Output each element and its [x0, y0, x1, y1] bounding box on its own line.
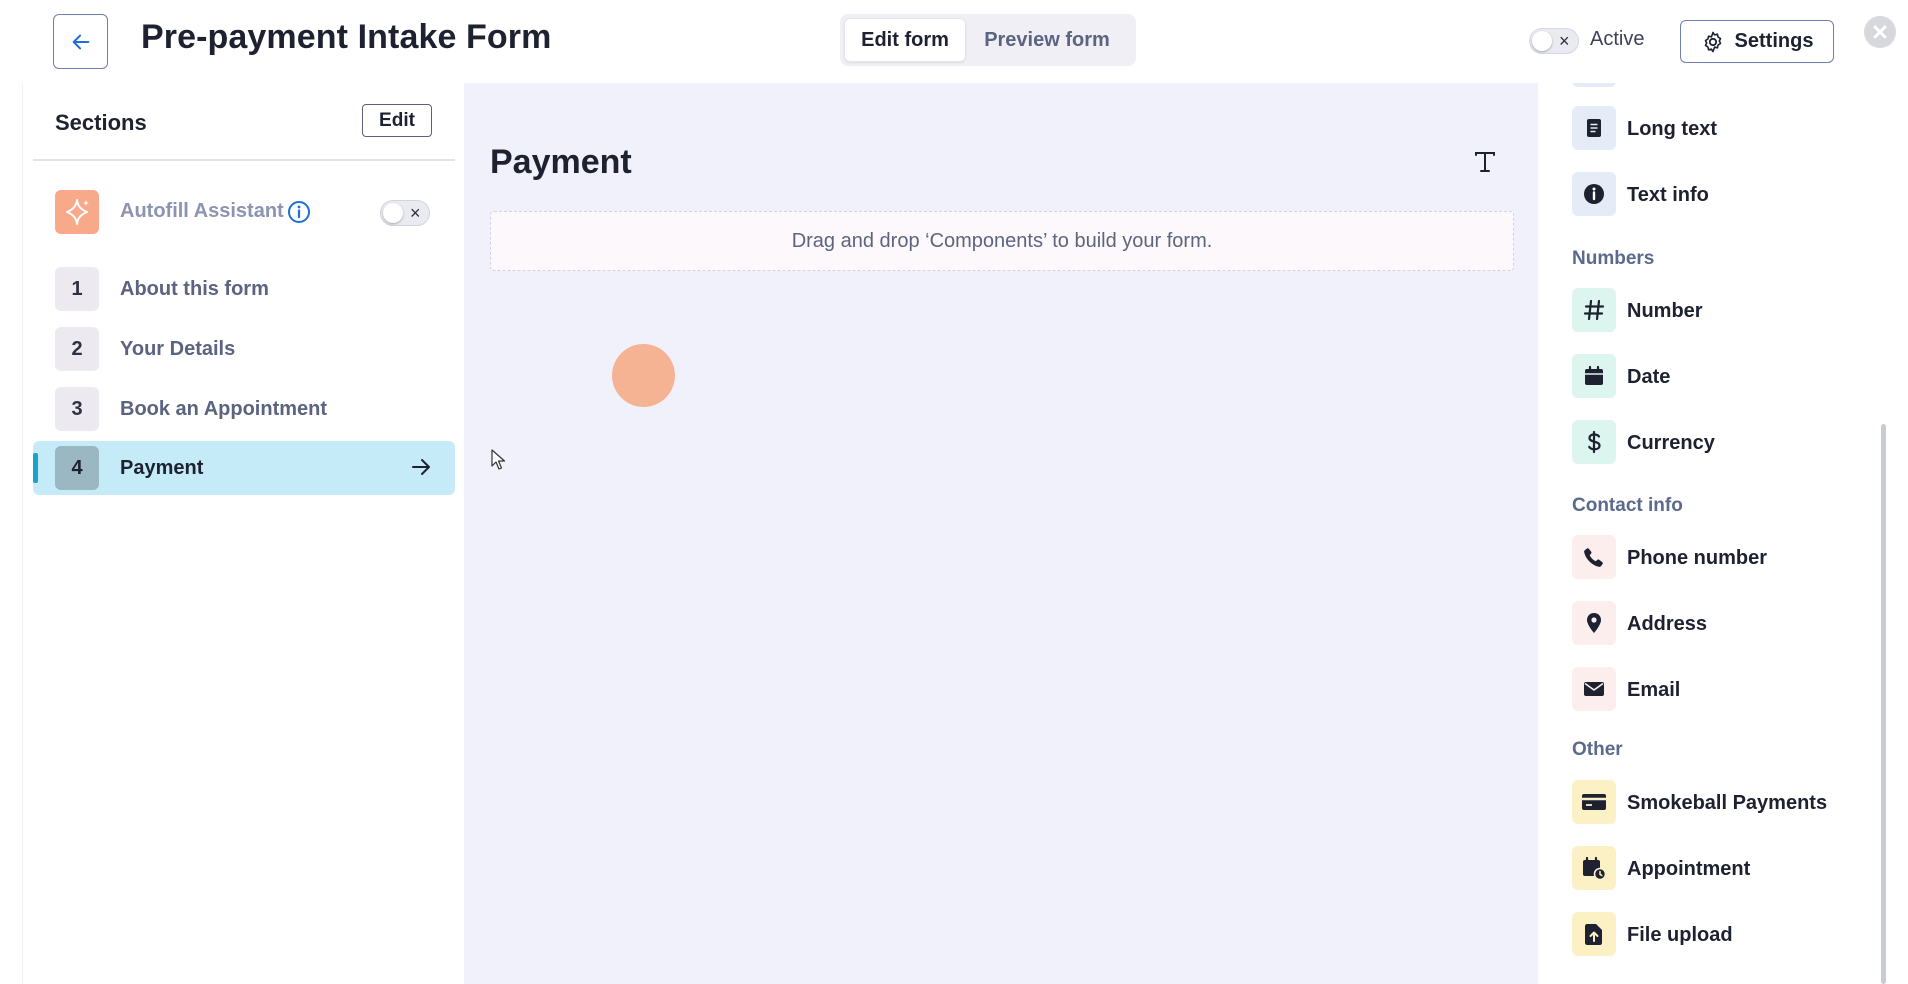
drag-indicator: [612, 344, 675, 407]
long-text-icon: [1572, 106, 1616, 150]
group-heading-numbers: Numbers: [1572, 248, 1655, 269]
active-toggle[interactable]: ×: [1529, 28, 1579, 54]
section-label: Payment: [120, 457, 204, 479]
autofill-label: Autofill Assistant: [120, 200, 284, 222]
component-label: Number: [1627, 300, 1703, 322]
info-icon: [1572, 172, 1616, 216]
section-number: 1: [55, 267, 99, 311]
credit-card-icon: [1572, 780, 1616, 824]
mouse-cursor-icon: [491, 449, 507, 476]
component-file-upload[interactable]: File upload: [1572, 912, 1862, 958]
component-appointment[interactable]: Appointment: [1572, 846, 1862, 892]
panel-scrollbar-thumb[interactable]: [1881, 424, 1886, 984]
autofill-toggle[interactable]: ×: [380, 200, 430, 226]
arrow-left-icon: [72, 34, 89, 49]
component-address[interactable]: Address: [1572, 601, 1862, 647]
section-heading: Payment: [490, 143, 632, 181]
arrow-right-icon: [409, 455, 433, 484]
component-long-text[interactable]: Long text: [1572, 106, 1862, 152]
component-currency[interactable]: Currency: [1572, 420, 1862, 466]
top-bar: Pre-payment Intake Form Edit form Previe…: [0, 0, 1908, 83]
component-label: File upload: [1627, 924, 1733, 946]
section-number: 4: [55, 446, 99, 490]
location-pin-icon: [1572, 601, 1616, 645]
component-label: Long text: [1627, 118, 1717, 140]
page-title: Pre-payment Intake Form: [141, 18, 552, 56]
component-label: Address: [1627, 613, 1708, 635]
group-heading-contact-info: Contact info: [1572, 495, 1683, 516]
component-number[interactable]: Number: [1572, 288, 1862, 334]
sections-sidebar: Sections Edit Autofill Assistant × 1 Abo…: [22, 83, 464, 984]
component-label: Currency: [1627, 432, 1715, 454]
component-label: Text info: [1627, 184, 1709, 206]
tab-preview-form[interactable]: Preview form: [966, 18, 1128, 62]
back-button[interactable]: [53, 14, 108, 69]
section-item-your-details[interactable]: 2 Your Details: [33, 322, 455, 376]
envelope-icon: [1572, 667, 1616, 711]
section-label: About this form: [120, 278, 269, 300]
dollar-icon: [1572, 420, 1616, 464]
settings-button[interactable]: Settings: [1680, 20, 1834, 63]
section-label: Book an Appointment: [120, 398, 328, 420]
component-label: Smokeball Payments: [1627, 792, 1828, 814]
tab-edit-form[interactable]: Edit form: [844, 18, 966, 62]
section-item-payment[interactable]: 4 Payment: [33, 441, 455, 495]
close-button[interactable]: [1864, 16, 1896, 48]
toggle-knob: [1532, 31, 1552, 51]
section-label: Your Details: [120, 338, 236, 360]
divider: [33, 159, 455, 161]
component-email[interactable]: Email: [1572, 667, 1862, 713]
form-canvas: Payment Drag and drop ‘Components’ to bu…: [464, 83, 1538, 984]
section-number: 2: [55, 327, 99, 371]
edit-sections-button[interactable]: Edit: [362, 104, 432, 137]
sparkle-icon: [55, 190, 99, 234]
component-label: Date: [1627, 366, 1671, 388]
component-dropzone[interactable]: Drag and drop ‘Components’ to build your…: [490, 211, 1514, 271]
component-date[interactable]: Date: [1572, 354, 1862, 400]
component-phone-number[interactable]: Phone number: [1572, 535, 1862, 581]
component-smokeball-payments[interactable]: Smokeball Payments: [1572, 780, 1862, 826]
component-label: Email: [1627, 679, 1681, 701]
selected-indicator: [33, 453, 38, 483]
hash-icon: [1572, 288, 1616, 332]
component-text-info[interactable]: Text info: [1572, 172, 1862, 218]
component-label: Phone number: [1627, 547, 1768, 569]
partial-component-icon: [1572, 83, 1616, 87]
toggle-off-icon: ×: [410, 203, 421, 223]
section-item-about[interactable]: 1 About this form: [33, 262, 455, 316]
component-label: Appointment: [1627, 858, 1751, 880]
active-label: Active: [1590, 28, 1645, 50]
toggle-off-icon: ×: [1559, 31, 1570, 51]
autofill-assistant-row: Autofill Assistant ×: [33, 186, 455, 236]
section-number: 3: [55, 387, 99, 431]
settings-label: Settings: [1734, 30, 1814, 52]
section-item-book-appointment[interactable]: 3 Book an Appointment: [33, 382, 455, 436]
group-heading-other: Other: [1572, 739, 1623, 760]
info-icon[interactable]: [287, 200, 311, 229]
calendar-clock-icon: [1572, 846, 1616, 890]
calendar-icon: [1572, 354, 1616, 398]
components-panel: Long text Text info Numbers Number Date …: [1538, 83, 1882, 984]
toggle-knob: [383, 203, 403, 223]
text-format-icon[interactable]: [1472, 149, 1498, 180]
sections-title: Sections: [55, 110, 147, 135]
phone-icon: [1572, 535, 1616, 579]
gear-icon: [1704, 31, 1721, 52]
close-icon: [1873, 25, 1887, 39]
file-upload-icon: [1572, 912, 1616, 956]
mode-tabs: Edit form Preview form: [840, 14, 1136, 66]
